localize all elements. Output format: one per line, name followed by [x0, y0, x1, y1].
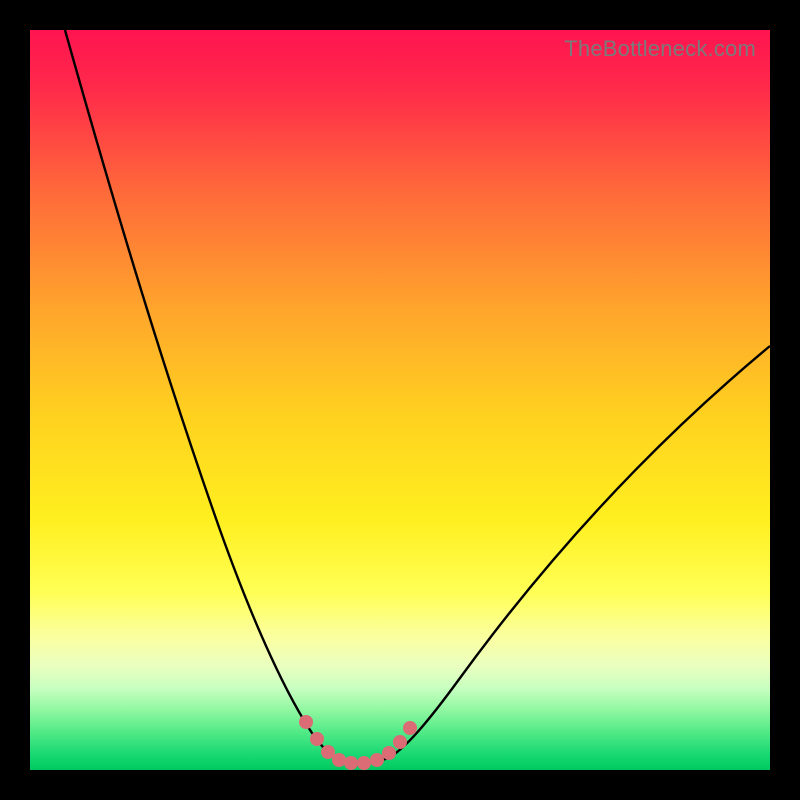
curve-layer [30, 30, 770, 770]
chart-frame: TheBottleneck.com [0, 0, 800, 800]
bottleneck-curve [65, 30, 770, 762]
watermark-text: TheBottleneck.com [564, 36, 756, 62]
plot-area: TheBottleneck.com [30, 30, 770, 770]
highlight-dots [299, 715, 417, 770]
